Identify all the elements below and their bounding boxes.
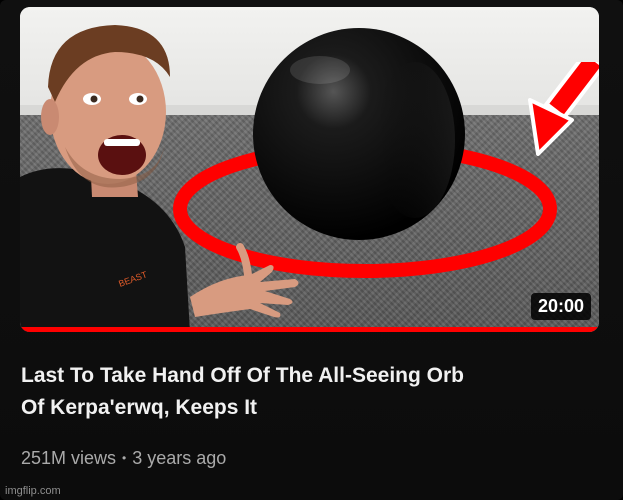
imgflip-watermark: imgflip.com bbox=[5, 485, 61, 497]
person-figure: BEAST bbox=[20, 25, 299, 332]
video-card[interactable]: BEAST 20:00 Last To Take Hand Off Of The… bbox=[0, 0, 623, 500]
video-metadata: 251M views • 3 years ago bbox=[21, 448, 226, 469]
meta-separator: • bbox=[122, 451, 127, 465]
video-title-line-1[interactable]: Last To Take Hand Off Of The All-Seeing … bbox=[21, 360, 581, 392]
duration-badge: 20:00 bbox=[530, 293, 591, 320]
view-count: 251M views bbox=[21, 448, 117, 468]
video-title-line-2[interactable]: Of Kerpa'erwq, Keeps It bbox=[21, 392, 581, 424]
video-thumbnail[interactable]: BEAST 20:00 bbox=[20, 7, 599, 332]
watch-progress-bar bbox=[20, 327, 599, 332]
red-arrow-icon bbox=[528, 62, 599, 156]
video-title[interactable]: Last To Take Hand Off Of The All-Seeing … bbox=[21, 360, 581, 424]
upload-age: 3 years ago bbox=[132, 448, 227, 468]
